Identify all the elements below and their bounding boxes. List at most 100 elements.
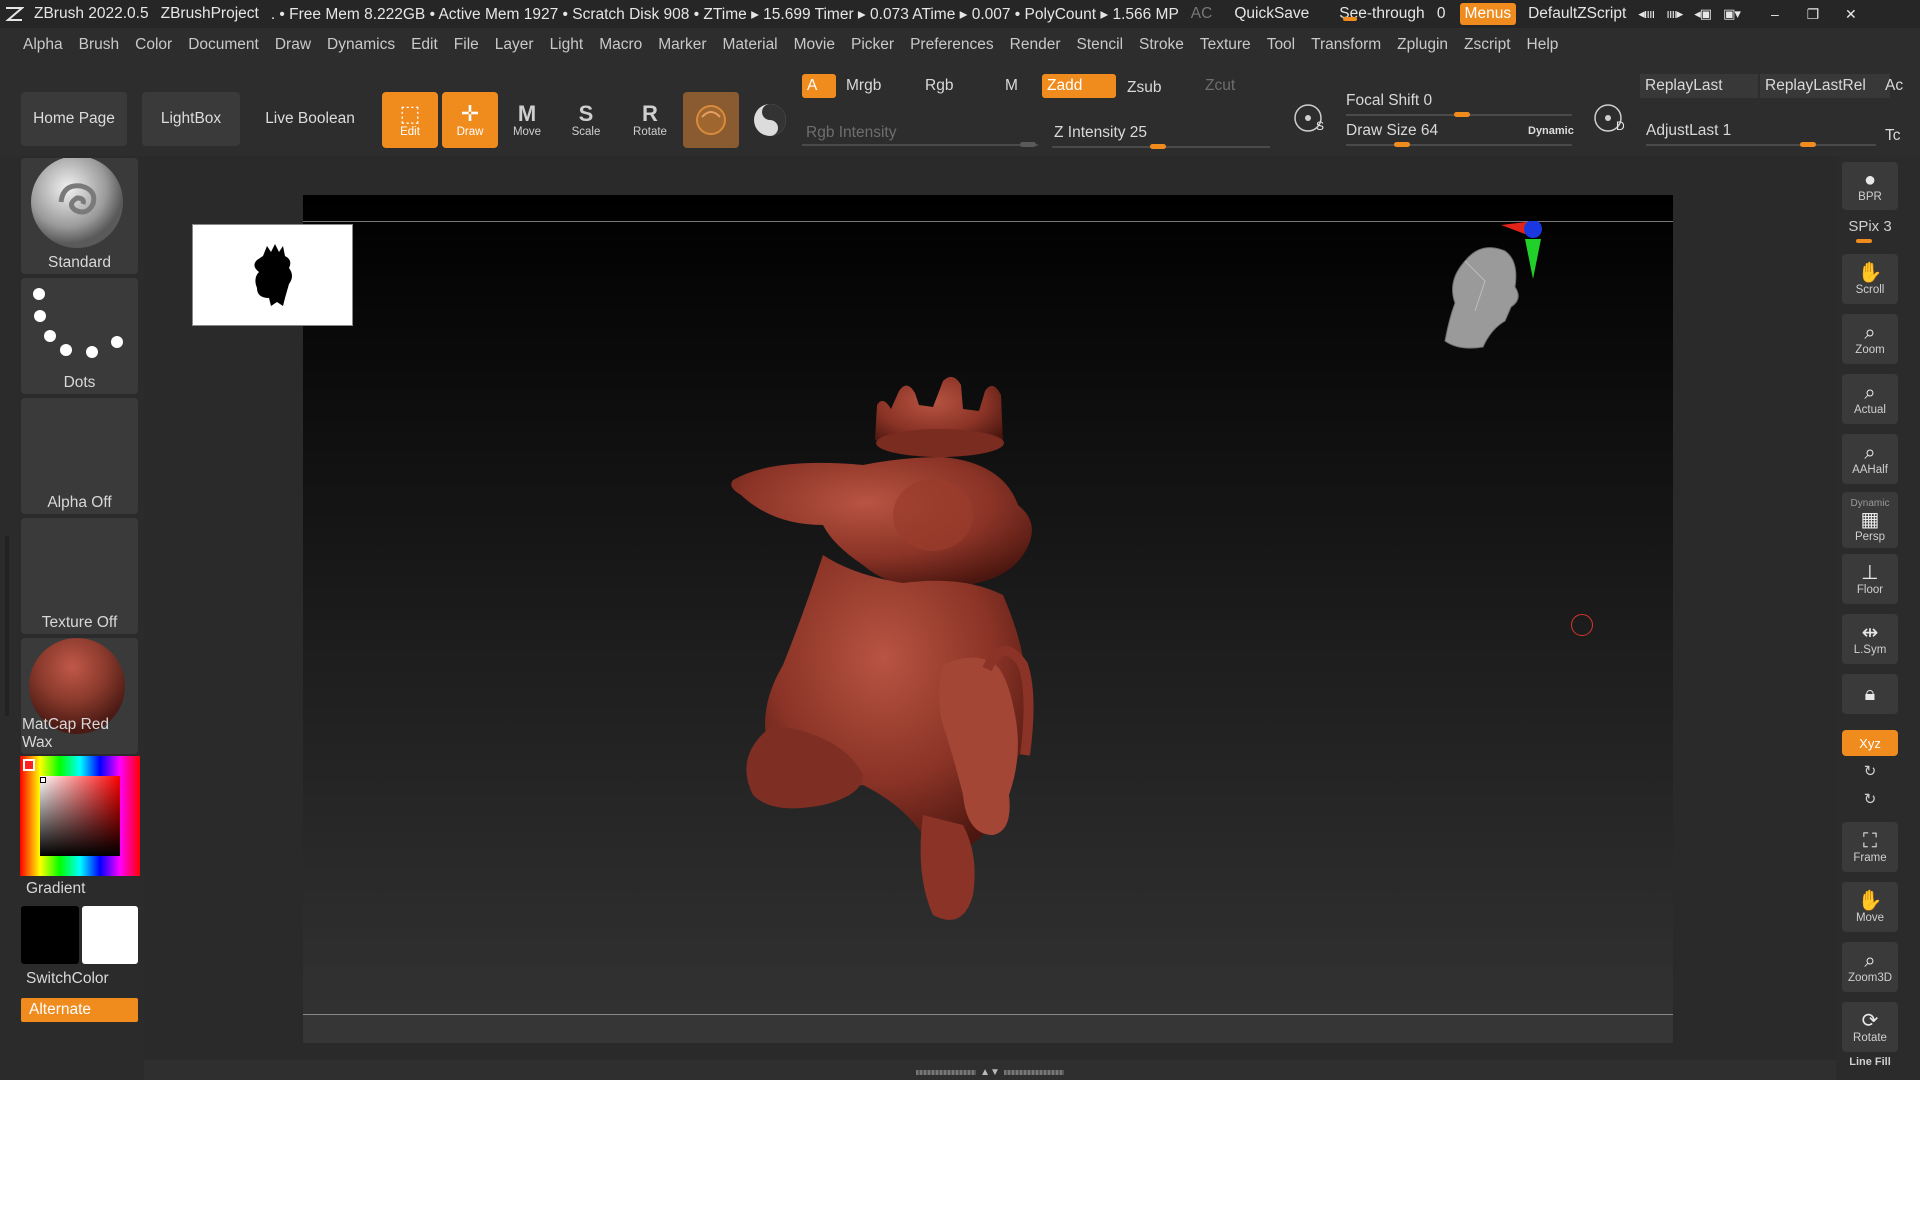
alternate-toggle[interactable]: Alternate [21,998,138,1022]
gradient-label[interactable]: Gradient [26,880,85,898]
color-marker[interactable] [40,777,46,783]
menu-draw[interactable]: Draw [268,36,320,54]
menu-layer[interactable]: Layer [488,36,543,54]
rotate-view-button[interactable]: ⟳ Rotate [1842,1002,1898,1052]
menu-stroke[interactable]: Stroke [1132,36,1193,54]
move-view-button[interactable]: ✋ Move [1842,882,1898,932]
line-fill-button[interactable]: Line Fill [1842,1056,1898,1068]
menu-file[interactable]: File [447,36,488,54]
home-page-button[interactable]: Home Page [21,92,127,146]
color-square[interactable] [40,776,120,856]
zadd-toggle[interactable]: Zadd [1042,74,1116,98]
material-selector[interactable]: MatCap Red Wax [21,638,138,754]
sculptris-pro-button[interactable] [742,92,798,148]
adjust-last-slider[interactable]: AdjustLast 1 [1646,122,1880,148]
rgb-intensity-slider[interactable]: Rgb Intensity [802,124,1042,150]
left-tray-divider[interactable] [5,536,9,716]
menu-edit[interactable]: Edit [404,36,447,54]
menu-material[interactable]: Material [716,36,787,54]
menu-transform[interactable]: Transform [1304,36,1390,54]
stroke-selector[interactable]: Dots [21,278,138,394]
a-toggle[interactable]: A [802,74,836,98]
palette-layout-2-icon[interactable]: ıııı▸ [1660,6,1688,22]
menu-help[interactable]: Help [1520,36,1568,54]
lsym-button[interactable]: ⇹ L.Sym [1842,614,1898,664]
menu-zscript[interactable]: Zscript [1457,36,1520,54]
draw-size-knob[interactable] [1394,142,1410,147]
frame-button[interactable]: ⛶ Frame [1842,822,1898,872]
material-sphere-button[interactable] [683,92,739,148]
move-mode-button[interactable]: M Move [499,92,555,148]
switch-color-button[interactable]: SwitchColor [26,970,109,988]
menus-toggle-button[interactable]: Menus [1459,3,1517,25]
aahalf-button[interactable]: ⌕ AAHalf [1842,434,1898,484]
menu-color[interactable]: Color [128,36,181,54]
scale-mode-button[interactable]: S Scale [558,92,614,148]
secondary-color-swatch[interactable] [21,906,79,964]
spix-slider[interactable]: SPix 3 [1842,218,1898,243]
xyz-toggle[interactable]: Xyz [1842,730,1898,756]
palette-layout-icon[interactable]: ◂ıııı [1632,6,1660,22]
spix-knob[interactable] [1856,239,1872,243]
menu-texture[interactable]: Texture [1193,36,1260,54]
window-layout-2-icon[interactable]: ▣▾ [1717,6,1746,22]
menu-movie[interactable]: Movie [787,36,844,54]
zoom-button[interactable]: ⌕ Zoom [1842,314,1898,364]
bottom-tray-handle[interactable]: ▲▼ [910,1067,1070,1078]
focal-shift-knob[interactable] [1454,112,1470,117]
focal-shift-slider[interactable]: Focal Shift 0 [1346,92,1576,118]
rgb-toggle[interactable]: Rgb [920,74,990,98]
zoom3d-button[interactable]: ⌕ Zoom3D [1842,942,1898,992]
hue-marker[interactable] [23,759,35,771]
live-boolean-button[interactable]: Live Boolean [256,92,364,146]
quicksave-button[interactable]: QuickSave [1228,5,1315,23]
adjust-last-knob[interactable] [1800,142,1816,147]
menu-stencil[interactable]: Stencil [1070,36,1133,54]
lock-button[interactable]: 🔒︎ [1842,674,1898,714]
bpr-button[interactable]: ● BPR [1842,162,1898,210]
minimize-icon[interactable]: – [1762,6,1788,22]
brush-selector[interactable]: Standard [21,158,138,274]
window-layout-icon[interactable]: ◂▣ [1688,6,1717,22]
actual-button[interactable]: ⌕ Actual [1842,374,1898,424]
z-intensity-knob[interactable] [1150,144,1166,149]
close-icon[interactable]: ✕ [1838,6,1864,23]
restore-icon[interactable]: ❐ [1800,6,1826,23]
zsub-toggle[interactable]: Zsub [1122,76,1192,100]
menu-light[interactable]: Light [543,36,593,54]
z-intensity-slider[interactable]: Z Intensity 25 [1052,124,1272,150]
dynamic-label[interactable]: Dynamic [1528,125,1574,137]
draw-mode-button[interactable]: ✛ Draw [442,92,498,148]
stroke-s-button[interactable]: S [1288,96,1332,140]
rotate-mode-button[interactable]: R Rotate [622,92,678,148]
texture-selector[interactable]: Texture Off [21,518,138,634]
menu-brush[interactable]: Brush [72,36,129,54]
m-toggle[interactable]: M [1000,74,1030,98]
menu-tool[interactable]: Tool [1260,36,1304,54]
replay-last-button[interactable]: ReplayLast [1640,74,1758,98]
silhouette-thumbnail[interactable] [192,224,353,326]
color-picker[interactable] [20,756,140,876]
see-through-knob[interactable] [1343,17,1358,21]
scroll-button[interactable]: ✋ Scroll [1842,254,1898,304]
default-zscript-button[interactable]: DefaultZScript [1522,5,1632,23]
menu-dynamics[interactable]: Dynamics [320,36,404,54]
edit-mode-button[interactable]: ⬚ Edit [382,92,438,148]
lightbox-button[interactable]: LightBox [142,92,240,146]
menu-macro[interactable]: Macro [592,36,651,54]
menu-marker[interactable]: Marker [651,36,715,54]
tc-truncated-button[interactable]: Tc [1880,124,1910,148]
menu-preferences[interactable]: Preferences [903,36,1003,54]
mrgb-toggle[interactable]: Mrgb [841,74,911,98]
tray-toggle-icon[interactable]: ▲▼ [980,1067,1000,1078]
stroke-d-button[interactable]: D [1588,96,1632,140]
menu-document[interactable]: Document [181,36,268,54]
floor-button[interactable]: ⊥ Floor [1842,554,1898,604]
alpha-selector[interactable]: Alpha Off [21,398,138,514]
zcut-toggle[interactable]: Zcut [1200,74,1270,98]
rotate-z-button[interactable]: ↻ [1842,790,1898,812]
menu-picker[interactable]: Picker [844,36,903,54]
rotate-y-button[interactable]: ↻ [1842,762,1898,784]
replay-last-rel-button[interactable]: ReplayLastRel [1760,74,1890,98]
y-axis-icon[interactable] [1525,239,1541,279]
